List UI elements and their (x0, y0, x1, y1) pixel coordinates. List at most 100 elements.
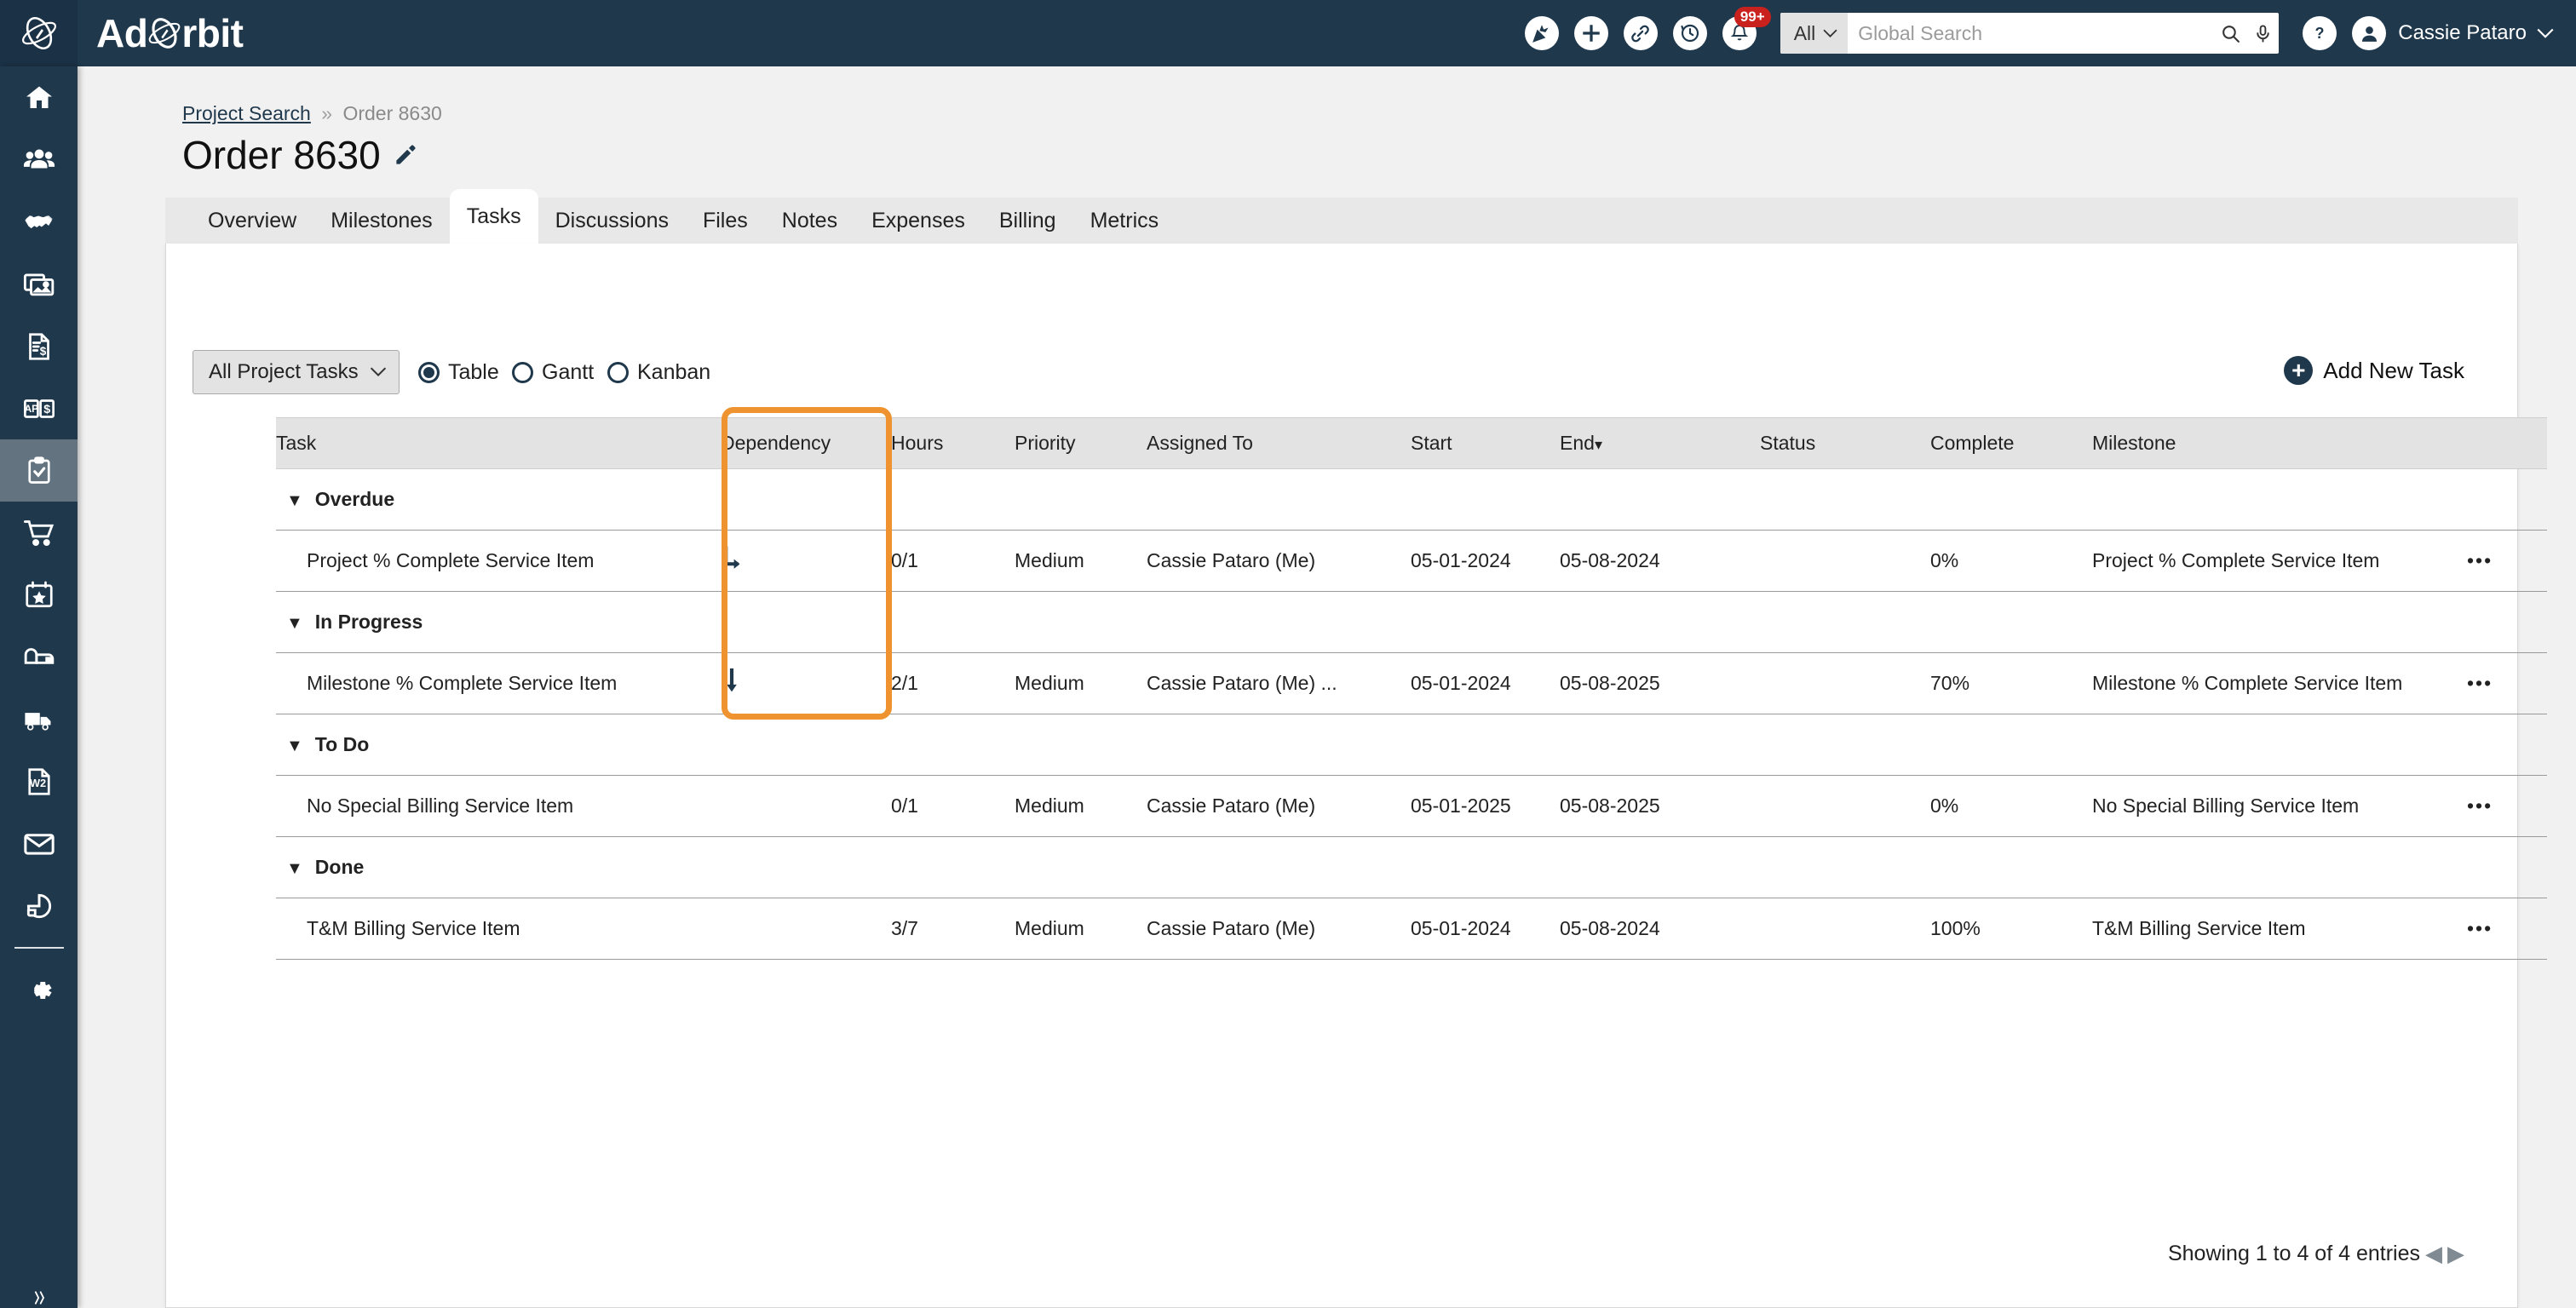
cell-task[interactable]: No Special Billing Service Item (276, 775, 721, 837)
chevron-down-icon[interactable] (2537, 28, 2554, 39)
tab-notes[interactable]: Notes (765, 198, 854, 244)
breadcrumb-link-project-search[interactable]: Project Search (182, 102, 311, 124)
search-input[interactable] (1848, 13, 2215, 54)
table-row[interactable]: Milestone % Complete Service Item 2/1 Me… (276, 652, 2547, 714)
tab-milestones[interactable]: Milestones (313, 198, 450, 244)
sort-caret-icon: ▾ (1594, 436, 1602, 453)
help-icon[interactable]: ? (2303, 16, 2337, 50)
search-scope-dropdown[interactable]: All (1780, 13, 1849, 54)
caret-down-icon[interactable]: ▼ (286, 614, 303, 633)
tab-overview[interactable]: Overview (191, 198, 313, 244)
row-actions-menu[interactable]: ••• (2467, 530, 2547, 592)
view-option-table[interactable]: Table (418, 360, 499, 385)
table-row[interactable]: Project % Complete Service Item 0/1 Medi… (276, 530, 2547, 592)
sidebar-item-media[interactable] (0, 253, 78, 315)
view-option-gantt[interactable]: Gantt (512, 360, 594, 385)
column-header-task[interactable]: Task (276, 417, 721, 469)
radio-kanban[interactable] (607, 362, 629, 383)
add-new-task-button[interactable]: + Add New Task (2284, 356, 2464, 385)
gear-icon (33, 981, 52, 999)
group-header-row[interactable]: ▼ Overdue (276, 468, 2547, 531)
column-header-complete[interactable]: Complete (1930, 417, 2092, 469)
group-header-row[interactable]: ▼ Done (276, 836, 2547, 898)
planet-orbit-icon (21, 17, 56, 49)
global-search-bar[interactable]: All (1780, 13, 2280, 54)
tab-tasks[interactable]: Tasks (449, 189, 538, 244)
link-icon[interactable] (1623, 16, 1658, 50)
chevron-down-icon (1823, 29, 1837, 37)
group-header-overdue[interactable]: ▼ Overdue (276, 468, 2547, 531)
pagination-prev-icon[interactable]: ◀ (2425, 1241, 2442, 1267)
column-header-end-label: End (1560, 432, 1595, 454)
cell-task[interactable]: Milestone % Complete Service Item (276, 652, 721, 714)
search-icon[interactable] (2214, 13, 2246, 54)
sidebar-item-accounts-payable[interactable]: AP $ (0, 377, 78, 439)
group-header-row[interactable]: ▼ To Do (276, 714, 2547, 776)
breadcrumb: Project Search » Order 8630 (182, 102, 442, 125)
column-header-priority[interactable]: Priority (1015, 417, 1147, 469)
app-logo[interactable] (0, 0, 78, 66)
column-header-end[interactable]: End▾ (1560, 417, 1760, 469)
brand-name[interactable]: Ad rbit (96, 13, 244, 54)
sidebar-item-deals[interactable] (0, 191, 78, 253)
cell-task[interactable]: Project % Complete Service Item (276, 530, 721, 592)
cell-assigned-to: Cassie Pataro (Me) ... (1147, 652, 1411, 714)
caret-down-icon[interactable]: ▼ (286, 491, 303, 510)
user-avatar-icon[interactable] (2352, 16, 2387, 50)
notification-count-badge: 99+ (1734, 7, 1771, 27)
tab-billing[interactable]: Billing (982, 198, 1073, 244)
cell-end: 05-08-2024 (1560, 898, 1760, 960)
group-header-row[interactable]: ▼ In Progress (276, 591, 2547, 653)
table-row[interactable]: No Special Billing Service Item 0/1 Medi… (276, 775, 2547, 837)
radio-table[interactable] (418, 362, 440, 383)
column-header-start[interactable]: Start (1411, 417, 1560, 469)
row-actions-menu[interactable]: ••• (2467, 652, 2547, 714)
group-label-overdue: Overdue (314, 488, 395, 510)
add-icon[interactable] (1573, 16, 1608, 50)
radio-gantt[interactable] (512, 362, 533, 383)
sidebar-item-home[interactable] (0, 66, 78, 129)
sidebar-item-campaigns[interactable] (0, 564, 78, 626)
column-header-milestone[interactable]: Milestone (2092, 417, 2467, 469)
sidebar-item-mailbox[interactable] (0, 626, 78, 688)
caret-down-icon[interactable]: ▼ (286, 859, 303, 878)
notifications-bell-icon[interactable]: 99+ (1722, 7, 1771, 50)
sidebar-item-reports[interactable] (0, 875, 78, 937)
pagination-next-icon[interactable]: ▶ (2447, 1241, 2464, 1267)
group-header-in-progress[interactable]: ▼ In Progress (276, 591, 2547, 653)
cell-complete: 0% (1930, 775, 2092, 837)
row-actions-menu[interactable]: ••• (2467, 898, 2547, 960)
sidebar-item-invoices[interactable]: $ (0, 315, 78, 377)
caret-down-icon[interactable]: ▼ (286, 737, 303, 755)
row-actions-menu[interactable]: ••• (2467, 775, 2547, 837)
sidebar-item-shipping[interactable] (0, 688, 78, 750)
column-header-assigned-to[interactable]: Assigned To (1147, 417, 1411, 469)
sidebar-item-settings[interactable] (0, 959, 78, 1021)
celebration-icon[interactable] (1524, 16, 1559, 50)
sidebar-item-w2-forms[interactable]: W2 (0, 750, 78, 812)
microphone-icon[interactable] (2246, 13, 2279, 54)
sidebar-item-contacts[interactable] (0, 129, 78, 191)
view-option-kanban[interactable]: Kanban (607, 360, 710, 385)
tab-expenses[interactable]: Expenses (854, 198, 982, 244)
tab-discussions[interactable]: Discussions (538, 198, 686, 244)
sidebar-item-email[interactable] (0, 812, 78, 875)
pencil-icon[interactable] (393, 142, 418, 168)
column-header-dependency[interactable]: Dependency (721, 417, 891, 469)
cell-task[interactable]: T&M Billing Service Item (276, 898, 721, 960)
history-icon[interactable] (1672, 16, 1707, 50)
tab-files[interactable]: Files (686, 198, 765, 244)
sidebar-item-orders[interactable] (0, 502, 78, 564)
group-header-done[interactable]: ▼ Done (276, 836, 2547, 898)
group-header-to-do[interactable]: ▼ To Do (276, 714, 2547, 776)
task-filter-dropdown[interactable]: All Project Tasks (193, 350, 400, 394)
cell-assigned-to: Cassie Pataro (Me) (1147, 530, 1411, 592)
tab-metrics[interactable]: Metrics (1073, 198, 1176, 244)
column-header-status[interactable]: Status (1760, 417, 1930, 469)
table-row[interactable]: T&M Billing Service Item 3/7 Medium Cass… (276, 898, 2547, 960)
tab-bar: Overview Milestones Tasks Discussions Fi… (165, 189, 2518, 244)
sidebar-collapse-toggle[interactable] (0, 1265, 78, 1308)
user-menu[interactable]: Cassie Pataro (2352, 16, 2554, 50)
column-header-hours[interactable]: Hours (891, 417, 1015, 469)
sidebar-item-tasks[interactable] (0, 439, 78, 502)
